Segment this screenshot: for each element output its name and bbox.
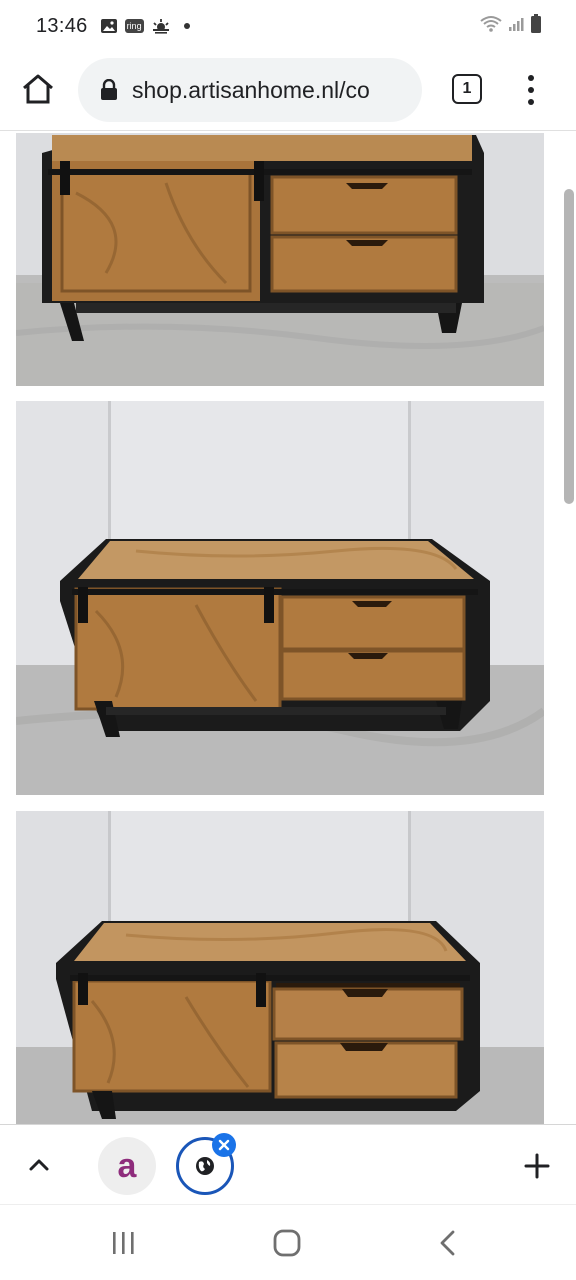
home-icon [23, 74, 53, 104]
status-time: 13:46 [36, 14, 88, 37]
notification-icons: ring [100, 18, 190, 34]
page-scrollbar[interactable] [564, 189, 574, 504]
bottom-tab-bar: a [0, 1124, 576, 1204]
plus-icon[interactable] [522, 1151, 552, 1181]
signal-icon [508, 16, 524, 37]
page-content [0, 130, 576, 1124]
product-image-1[interactable] [16, 133, 544, 386]
product-image-3[interactable] [16, 811, 544, 1124]
home-button[interactable] [18, 69, 58, 109]
tab-group-item-a[interactable]: a [98, 1137, 156, 1195]
phone-screen: 13:46 ring shop.artisanhome.nl/co 1 a [0, 0, 576, 1280]
lock-icon [100, 79, 118, 101]
address-bar[interactable]: shop.artisanhome.nl/co [78, 58, 422, 122]
browser-toolbar: shop.artisanhome.nl/co 1 [0, 52, 576, 130]
weather-icon [151, 18, 171, 34]
url-text: shop.artisanhome.nl/co [132, 76, 370, 103]
more-notifications-dot [183, 23, 190, 29]
tab-switcher-button[interactable]: 1 [452, 74, 482, 104]
home-circle-icon[interactable] [272, 1229, 302, 1262]
product-image-2[interactable] [16, 401, 544, 795]
image-icon [100, 18, 118, 34]
globe-icon [196, 1157, 214, 1175]
system-nav-bar [0, 1204, 576, 1280]
back-icon[interactable] [436, 1229, 460, 1262]
wifi-icon [480, 15, 502, 38]
close-icon[interactable] [212, 1133, 236, 1157]
status-bar: 13:46 ring [0, 0, 576, 52]
recent-apps-icon[interactable] [108, 1229, 138, 1262]
more-vert-icon[interactable] [518, 70, 544, 110]
battery-icon [530, 13, 542, 39]
chevron-up-icon[interactable] [24, 1149, 54, 1179]
ring-icon: ring [124, 19, 144, 33]
system-icons [480, 13, 542, 39]
